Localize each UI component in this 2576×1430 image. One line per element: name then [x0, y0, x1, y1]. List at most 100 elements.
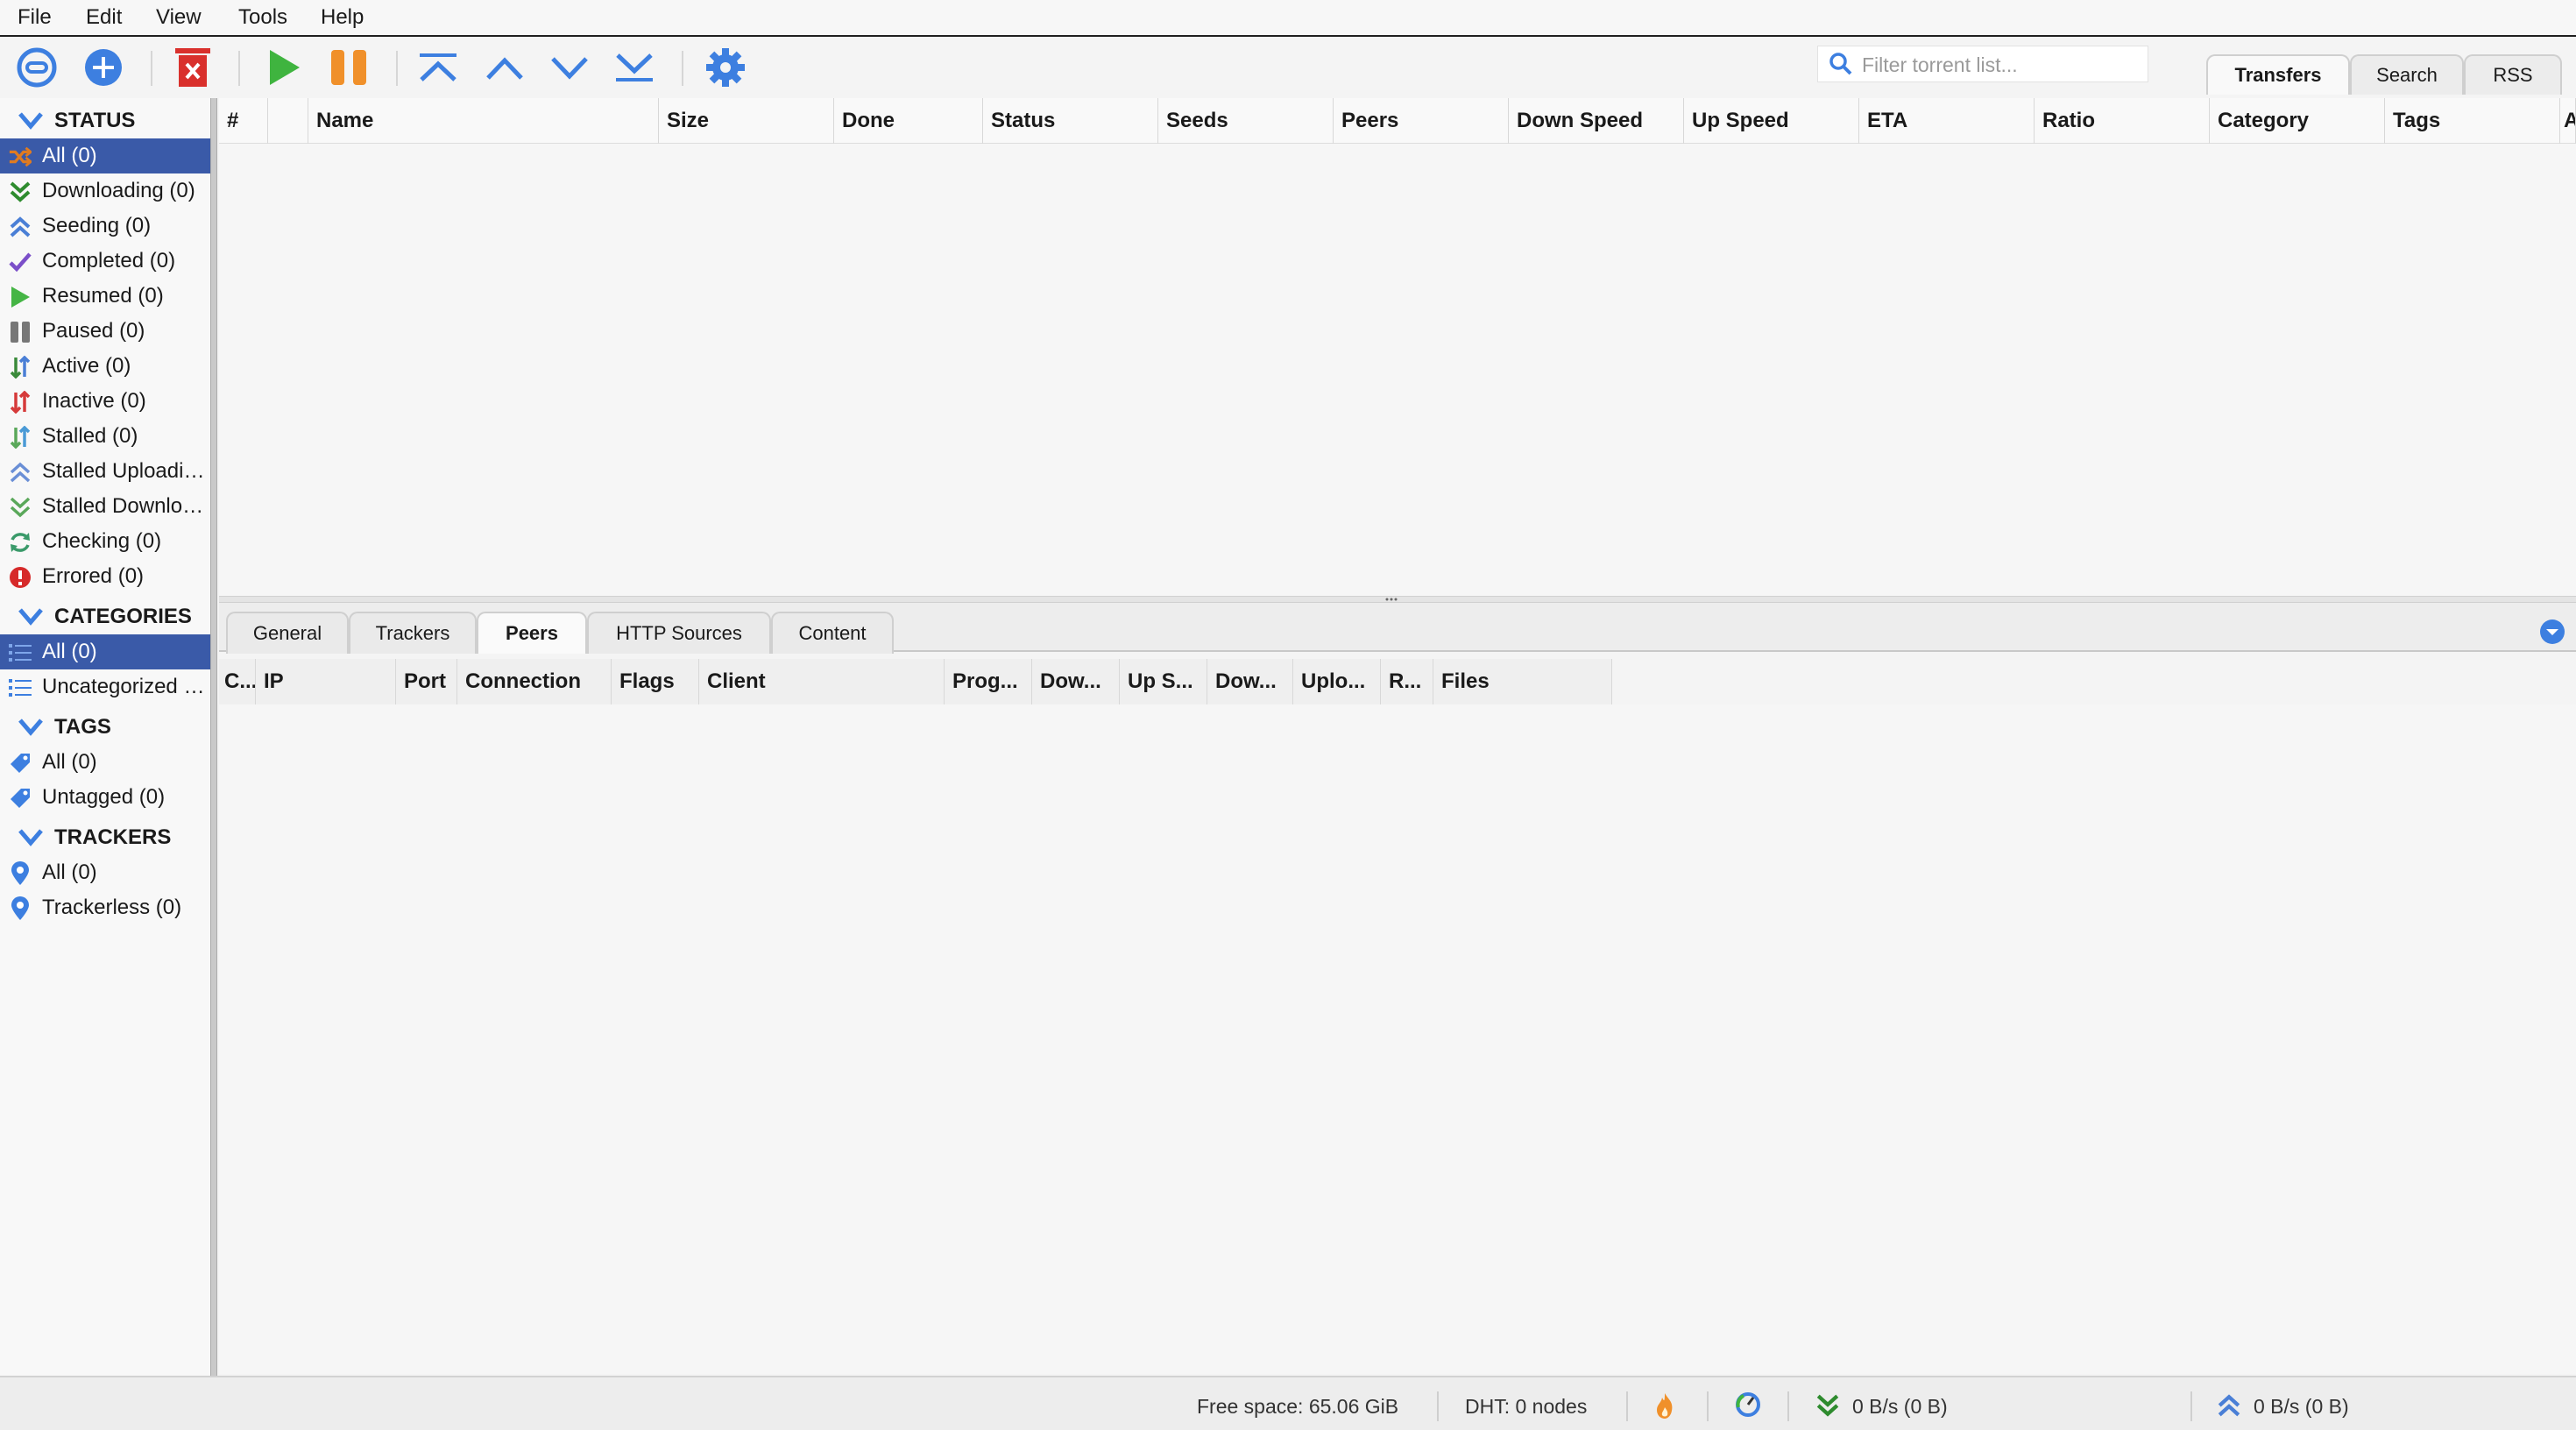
delete-button[interactable]: [168, 44, 217, 91]
column-header-indicator[interactable]: [268, 98, 308, 144]
column-header-client[interactable]: Client: [699, 659, 945, 704]
move-top-button[interactable]: [414, 44, 463, 91]
sidebar-item-trackerless[interactable]: Trackerless (0): [0, 890, 210, 925]
statusbar-separator: [1707, 1391, 1709, 1421]
column-header-tags[interactable]: Tags: [2385, 98, 2560, 144]
column-header-seeds[interactable]: Seeds: [1158, 98, 1334, 144]
tab-peers[interactable]: Peers: [477, 612, 587, 654]
categories-section-header[interactable]: CATEGORIES: [0, 601, 210, 633]
options-button[interactable]: [701, 44, 750, 91]
resume-button[interactable]: [259, 44, 308, 91]
move-up-button[interactable]: [480, 44, 529, 91]
sidebar-item-downloading[interactable]: Downloading (0): [0, 173, 210, 209]
tracker-pin-icon: [9, 861, 32, 885]
column-header-progress[interactable]: Prog...: [945, 659, 1032, 704]
tab-trackers[interactable]: Trackers: [349, 612, 477, 654]
column-header-up-speed[interactable]: Up Speed: [1684, 98, 1859, 144]
sidebar-item-uncategorized[interactable]: Uncategorized (0): [0, 669, 210, 704]
tab-transfers[interactable]: Transfers: [2206, 54, 2350, 95]
splitter-grip-icon: [1385, 598, 1398, 601]
tab-general[interactable]: General: [226, 612, 349, 654]
sidebar-item-checking[interactable]: Checking (0): [0, 524, 210, 559]
column-header-up-speed[interactable]: Up S...: [1120, 659, 1207, 704]
sidebar: STATUS All (0) Downloading (0) Seeding (…: [0, 98, 210, 1376]
add-link-button[interactable]: [12, 44, 61, 91]
statusbar-separator: [2190, 1391, 2192, 1421]
column-header-files[interactable]: Files: [1433, 659, 1612, 704]
sidebar-splitter-handle[interactable]: [210, 98, 217, 1376]
download-speed-icon: [1816, 1394, 1839, 1417]
column-header-done[interactable]: Done: [834, 98, 983, 144]
tracker-pin-icon: [9, 896, 32, 920]
sidebar-item-stalled-downloading[interactable]: Stalled Downloading (0): [0, 489, 210, 524]
toolbar-separator: [151, 51, 152, 86]
column-header-down-speed[interactable]: Dow...: [1032, 659, 1120, 704]
statusbar-separator: [1787, 1391, 1789, 1421]
filter-search-input[interactable]: Filter torrent list...: [1817, 46, 2148, 82]
sidebar-item-untagged[interactable]: Untagged (0): [0, 780, 210, 815]
status-section-header[interactable]: STATUS: [0, 105, 210, 137]
tab-content[interactable]: Content: [771, 612, 894, 654]
column-header-ip[interactable]: IP: [256, 659, 396, 704]
sidebar-item-errored[interactable]: Errored (0): [0, 559, 210, 594]
column-header-category[interactable]: Category: [2210, 98, 2385, 144]
checking-refresh-icon: [9, 531, 32, 554]
tab-rss[interactable]: RSS: [2464, 54, 2562, 95]
inactive-arrows-icon: [9, 391, 32, 414]
move-down-button[interactable]: [545, 44, 594, 91]
seeding-icon: [9, 216, 32, 238]
tab-http-sources[interactable]: HTTP Sources: [587, 612, 771, 654]
sidebar-item-paused[interactable]: Paused (0): [0, 314, 210, 349]
column-header-ratio[interactable]: Ratio: [2035, 98, 2210, 144]
column-header-downloaded[interactable]: Dow...: [1207, 659, 1293, 704]
menu-view[interactable]: View: [156, 5, 202, 30]
trackers-section-header[interactable]: TRACKERS: [0, 822, 210, 853]
paused-icon: [9, 321, 32, 343]
toolbar-separator: [396, 51, 398, 86]
column-header-added[interactable]: A: [2560, 98, 2576, 144]
peers-list[interactable]: [219, 704, 2576, 1374]
connection-status-flame-icon[interactable]: [1654, 1391, 1675, 1419]
menu-file[interactable]: File: [18, 5, 52, 30]
menu-edit[interactable]: Edit: [86, 5, 122, 30]
sidebar-item-category-all[interactable]: All (0): [0, 634, 210, 669]
panel-toggle-chevron-icon[interactable]: [2539, 619, 2565, 645]
panel-splitter-handle[interactable]: [219, 596, 2576, 603]
menu-tools[interactable]: Tools: [238, 5, 287, 30]
column-header-uploaded[interactable]: Uplo...: [1293, 659, 1381, 704]
column-header-port[interactable]: Port: [396, 659, 457, 704]
column-header-peers[interactable]: Peers: [1334, 98, 1509, 144]
pause-button[interactable]: [324, 44, 373, 91]
column-header-status[interactable]: Status: [983, 98, 1158, 144]
move-bottom-button[interactable]: [610, 44, 659, 91]
sidebar-item-status-all[interactable]: All (0): [0, 138, 210, 173]
sidebar-item-seeding[interactable]: Seeding (0): [0, 209, 210, 244]
sidebar-item-label: Stalled Downloading (0): [42, 494, 207, 518]
add-torrent-button[interactable]: [79, 44, 128, 91]
sidebar-item-stalled[interactable]: Stalled (0): [0, 419, 210, 454]
column-header-country[interactable]: C...: [219, 659, 256, 704]
tab-search[interactable]: Search: [2350, 54, 2464, 95]
sidebar-item-trackers-all[interactable]: All (0): [0, 855, 210, 890]
sidebar-item-inactive[interactable]: Inactive (0): [0, 384, 210, 419]
sidebar-item-label: Uncategorized (0): [42, 675, 207, 698]
chevron-down-icon: [18, 608, 43, 626]
column-header-name[interactable]: Name: [308, 98, 659, 144]
column-header-relevance[interactable]: R...: [1381, 659, 1433, 704]
sidebar-item-resumed[interactable]: Resumed (0): [0, 279, 210, 314]
column-header-connection[interactable]: Connection: [457, 659, 612, 704]
sidebar-item-tags-all[interactable]: All (0): [0, 745, 210, 780]
sidebar-item-active[interactable]: Active (0): [0, 349, 210, 384]
column-header-number[interactable]: #: [219, 98, 268, 144]
column-header-flags[interactable]: Flags: [612, 659, 699, 704]
column-header-size[interactable]: Size: [659, 98, 834, 144]
column-header-eta[interactable]: ETA: [1859, 98, 2035, 144]
sidebar-item-completed[interactable]: Completed (0): [0, 244, 210, 279]
downloading-icon: [9, 181, 32, 203]
tags-section-header[interactable]: TAGS: [0, 711, 210, 743]
speed-limit-gauge-icon[interactable]: [1735, 1391, 1761, 1418]
column-header-down-speed[interactable]: Down Speed: [1509, 98, 1684, 144]
menu-help[interactable]: Help: [321, 5, 364, 30]
transfer-list[interactable]: [219, 144, 2576, 596]
sidebar-item-stalled-uploading[interactable]: Stalled Uploading (0): [0, 454, 210, 489]
